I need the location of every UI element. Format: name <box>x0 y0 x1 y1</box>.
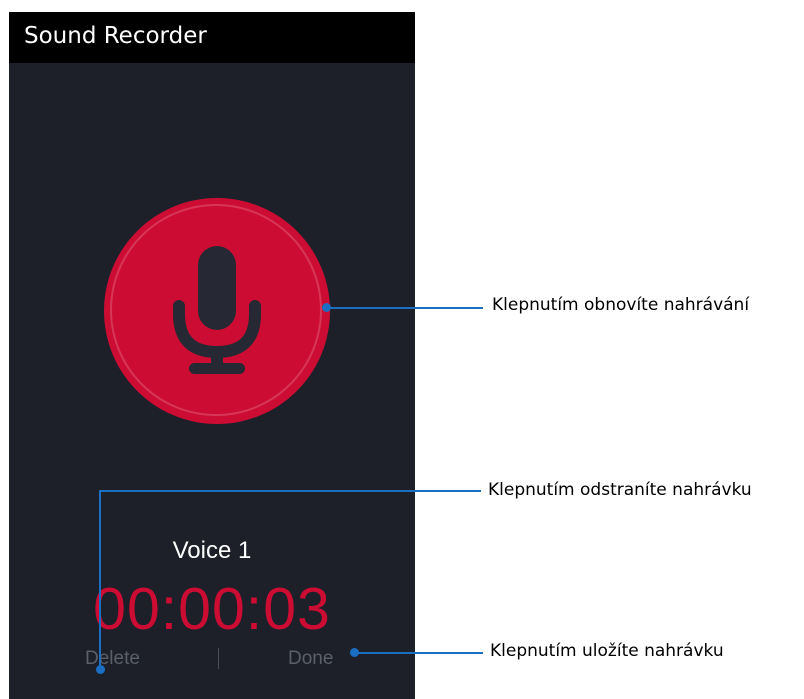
callout-save-line <box>355 652 483 654</box>
manual-figure: Sound Recorder Voice 1 00:00:03 Delete D… <box>0 0 804 699</box>
callout-resume-line <box>327 307 483 309</box>
microphone-icon <box>173 246 261 374</box>
phone-screen: Sound Recorder Voice 1 00:00:03 Delete D… <box>9 12 415 699</box>
callout-delete-text: Klepnutím odstraníte nahrávku <box>488 480 752 500</box>
callout-delete-vertical-line <box>99 490 101 668</box>
elapsed-timer: 00:00:03 <box>93 576 331 642</box>
button-divider <box>218 648 219 669</box>
callout-delete-horizontal-line <box>99 490 481 492</box>
recording-name: Voice 1 <box>172 537 252 564</box>
done-button[interactable]: Done <box>288 648 333 670</box>
callout-resume-text: Klepnutím obnovíte nahrávání <box>492 295 750 315</box>
app-title-bar: Sound Recorder <box>9 12 415 63</box>
app-title: Sound Recorder <box>24 23 207 49</box>
callout-save-text: Klepnutím uložíte nahrávku <box>490 641 724 661</box>
record-resume-button[interactable] <box>104 198 330 424</box>
delete-button[interactable]: Delete <box>85 648 140 670</box>
